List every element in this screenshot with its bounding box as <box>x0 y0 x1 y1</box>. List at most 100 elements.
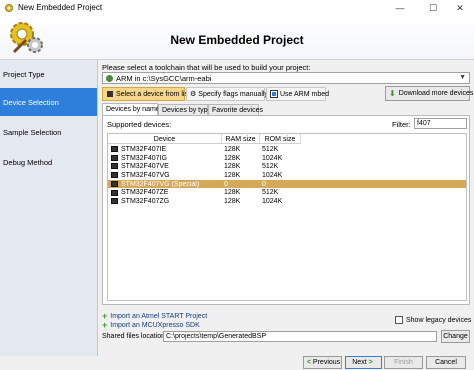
chip-icon <box>111 163 118 170</box>
button-label: Previous <box>312 359 341 366</box>
cancel-button[interactable]: Cancel <box>426 356 466 369</box>
device-cell: STM32F407VE <box>108 163 222 170</box>
ram-size-cell: 128K <box>224 189 241 197</box>
next-button[interactable]: Next > <box>345 356 382 369</box>
sidebar-item-sample-selection[interactable]: Sample Selection <box>0 118 97 146</box>
finish-button[interactable]: Finish <box>384 356 423 369</box>
table-row[interactable]: STM32F407IE 128K 512K <box>108 145 466 154</box>
sidebar-item-device-selection[interactable]: Device Selection <box>0 88 97 116</box>
table-row[interactable]: STM32F407IG 128K 1024K <box>108 154 466 163</box>
sidebar-item-label: Debug Method <box>3 157 53 167</box>
tab-favorite-devices[interactable]: Favorite devices <box>208 104 263 115</box>
toolchain-icon <box>106 74 113 82</box>
shared-files-label: Shared files location: <box>102 333 167 340</box>
mode-label: Specify flags manually <box>198 90 268 98</box>
page-title: New Embedded Project <box>170 33 304 47</box>
device-name: STM32F407VG (Special) <box>121 180 200 188</box>
download-more-devices-button[interactable]: ⬇ Download more devices <box>385 86 473 101</box>
table-header: Device RAM size ROM size <box>108 134 301 144</box>
ram-size-cell: 128K <box>224 198 241 206</box>
wizard-sidebar: Project Type Device Selection Sample Sel… <box>0 60 98 356</box>
table-row[interactable]: STM32F407VG (Special) 0 0 <box>108 179 466 189</box>
device-cell: STM32F407VG <box>108 172 222 179</box>
previous-button[interactable]: < Previous <box>303 356 342 369</box>
window-title: New Embedded Project <box>18 3 103 12</box>
table-row[interactable]: STM32F407ZG 128K 1024K <box>108 197 466 206</box>
rom-size-cell: 512K <box>262 189 279 197</box>
link-label: Import an MCUXpresso SDK <box>110 321 200 329</box>
mode-select-from-list[interactable]: Select a device from list <box>102 87 190 101</box>
maximize-icon[interactable]: ☐ <box>419 0 447 16</box>
filter-label: Filter: <box>392 120 411 129</box>
wrench-icon: ⚙ <box>190 91 197 98</box>
wizard-footer: < Previous Next > Finish Cancel <box>0 356 474 370</box>
rom-size-cell: 1024K <box>262 171 283 179</box>
rom-size-cell: 1024K <box>262 198 283 206</box>
device-name: STM32F407ZE <box>121 189 169 197</box>
device-cell: STM32F407ZG <box>108 198 222 205</box>
ram-size-cell: 0 <box>224 180 228 188</box>
table-row[interactable]: STM32F407VE 128K 512K <box>108 162 466 171</box>
add-icon: + <box>102 320 108 330</box>
ram-size-cell: 128K <box>224 171 241 179</box>
button-label: Next <box>352 359 367 366</box>
tab-label: Devices by type <box>162 106 212 114</box>
ram-size-cell: 128K <box>224 163 241 171</box>
mode-label: Use ARM mbed <box>280 90 330 98</box>
chip-icon <box>111 198 118 205</box>
shared-files-input[interactable]: C:\projects\temp\GeneratedBSP <box>163 331 437 342</box>
device-cell: STM32F407VG (Special) <box>108 181 222 188</box>
mbed-icon <box>270 90 278 98</box>
device-cell: STM32F407ZE <box>108 189 222 196</box>
title-bar: New Embedded Project — ☐ ✕ <box>0 0 474 16</box>
sidebar-item-label: Project Type <box>3 69 45 79</box>
tab-label: Favorite devices <box>212 106 263 114</box>
arrow-right-icon: > <box>368 359 373 366</box>
change-button[interactable]: Change <box>441 330 470 343</box>
chip-icon <box>111 172 118 179</box>
device-name: STM32F407VG <box>121 171 170 179</box>
rom-size-cell: 512K <box>262 145 279 153</box>
mode-use-arm-mbed[interactable]: Use ARM mbed <box>266 87 330 101</box>
device-name: STM32F407VE <box>121 163 169 171</box>
import-mcuxpresso-link[interactable]: + Import an MCUXpresso SDK <box>102 320 200 330</box>
column-header-rom-size[interactable]: ROM size <box>260 134 301 144</box>
devices-panel: Supported devices: Filter: f407 Device R… <box>102 115 470 305</box>
rom-size-cell: 1024K <box>262 154 283 162</box>
arrow-left-icon: < <box>306 359 311 366</box>
mode-specify-flags[interactable]: ⚙ Specify flags manually <box>186 87 268 101</box>
close-icon[interactable]: ✕ <box>446 0 474 16</box>
chevron-down-icon: ▼ <box>459 74 466 81</box>
toolchain-select[interactable]: ARM in c:\SysGCC\arm-eabi ▼ <box>102 72 470 84</box>
download-icon: ⬇ <box>389 89 396 98</box>
app-icon <box>5 4 13 12</box>
supported-devices-label: Supported devices: <box>107 120 172 129</box>
chip-icon <box>111 154 118 161</box>
tab-devices-by-type[interactable]: Devices by type <box>158 104 212 115</box>
column-header-device[interactable]: Device <box>108 134 222 144</box>
device-name: STM32F407IG <box>121 154 167 162</box>
sidebar-item-project-type[interactable]: Project Type <box>0 60 97 88</box>
minimize-icon[interactable]: — <box>386 0 414 16</box>
toolchain-prompt: Please select a toolchain that will be u… <box>102 63 311 72</box>
filter-input[interactable]: f407 <box>414 118 467 129</box>
tab-devices-by-name[interactable]: Devices by name <box>102 103 160 115</box>
chip-icon <box>111 146 118 152</box>
device-cell: STM32F407IG <box>108 155 222 162</box>
chip-icon <box>111 180 118 187</box>
sidebar-item-debug-method[interactable]: Debug Method <box>0 148 97 176</box>
sidebar-item-label: Device Selection <box>3 97 59 107</box>
show-legacy-devices-checkbox[interactable]: Show legacy devices <box>395 316 471 324</box>
toolchain-value: ARM in c:\SysGCC\arm-eabi <box>116 73 212 83</box>
table-row[interactable]: STM32F407VG 128K 1024K <box>108 171 466 180</box>
ram-size-cell: 128K <box>224 154 241 162</box>
device-cell: STM32F407IE <box>108 146 222 153</box>
device-selection-page: Please select a toolchain that will be u… <box>100 60 474 356</box>
sidebar-item-label: Sample Selection <box>3 127 62 137</box>
device-table: Device RAM size ROM size STM32F407IE 128K… <box>107 133 467 301</box>
checkbox-box[interactable] <box>395 316 403 324</box>
table-row[interactable]: STM32F407ZE 128K 512K <box>108 189 466 198</box>
column-header-ram-size[interactable]: RAM size <box>222 134 260 144</box>
device-name: STM32F407IE <box>121 145 167 153</box>
link-label: Import an Atmel START Project <box>110 312 208 320</box>
